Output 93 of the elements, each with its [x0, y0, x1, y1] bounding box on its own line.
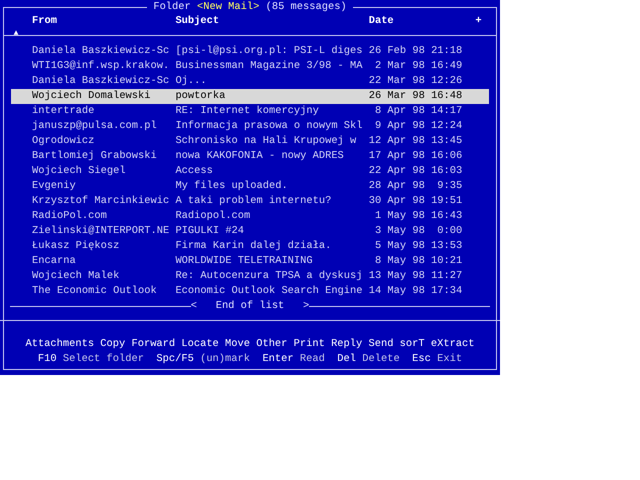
key-hint[interactable]: Del Delete	[337, 352, 400, 367]
key-hint[interactable]: Esc Exit	[412, 352, 462, 367]
sender-text: Encarna	[32, 254, 77, 269]
date-text: 12 Apr 98 13:45	[368, 134, 462, 149]
date-text: 14 May 98 17:34	[368, 284, 462, 299]
sender-text: Zielinski@INTERPORT.NE	[32, 224, 170, 239]
message-row[interactable]: Ogrodowicz Schronisko na Hali Krupowej w 12 Apr 98 13:45	[11, 134, 489, 149]
message-row[interactable]: januszp@pulsa.com.pl Informacja prasowa o nowym Skl 9 Apr 98 12:24	[11, 119, 489, 134]
message-row[interactable]: Krzysztof Marcinkiewic A taki problem internetu? 30 Apr 98 19:51	[11, 194, 489, 209]
date-text: 26 Feb 98 21:18	[368, 44, 462, 59]
column-header[interactable]: From	[32, 14, 170, 29]
command-button[interactable]: Other	[256, 337, 288, 352]
message-row[interactable]: Wojciech Siegel Access 22 Apr 98 16:03	[11, 164, 489, 179]
sender-text: RadioPol.com	[32, 209, 108, 224]
message-row[interactable]: Daniela Baszkiewicz-Sc Oj... 22 Mar 98 12:26	[11, 74, 489, 89]
column-header[interactable]: Subject	[175, 14, 362, 29]
message-row[interactable]: Evgeniy My files uploaded. 28 Apr 98 9:35	[11, 179, 489, 194]
command-button[interactable]: Send	[368, 337, 394, 352]
sender-text: Bartlomiej Grabowski	[32, 149, 158, 164]
sender-text: intertrade	[32, 104, 96, 119]
sender-text: Evgeniy	[32, 179, 77, 194]
message-row[interactable]: The Economic Outlook Economic Outlook Search Engine 14 May 98 17:34	[11, 284, 489, 299]
subject-text: Firma Karin dalej działa.	[175, 239, 332, 254]
scroll-up-icon[interactable]: ▲	[14, 28, 18, 40]
message-row[interactable]: Wojciech Malek Re: Autocenzura TPSA a dyskusj 13 May 98 11:27	[11, 269, 489, 284]
date-text: 2 Mar 98 16:49	[374, 59, 462, 74]
subject-text: Radiopol.com	[175, 209, 252, 224]
sender-text: Daniela Baszkiewicz-Sc	[32, 44, 170, 59]
date-text: 28 Apr 98 9:35	[368, 179, 462, 194]
sender-text: Wojciech Domalewski	[32, 89, 152, 104]
subject-text: PIGULKI #24	[175, 224, 246, 239]
message-row[interactable]: WTI1G3@inf.wsp.krakow. Businessman Magazine 3/98 - MA 2 Mar 98 16:49	[11, 59, 489, 74]
subject-text: WORLDWIDE TELETRAINING	[175, 254, 314, 269]
date-text: 1 May 98 16:43	[374, 209, 462, 224]
sender-text: Wojciech Malek	[32, 269, 120, 284]
date-text: 22 Apr 98 16:03	[368, 164, 462, 179]
date-text: 5 May 98 13:53	[374, 239, 462, 254]
subject-text: A taki problem internetu?	[175, 194, 332, 209]
command-button[interactable]: Print	[294, 337, 325, 352]
command-button[interactable]: Copy	[100, 337, 126, 352]
subject-text: powtorka	[175, 89, 226, 104]
date-text: 22 Mar 98 12:26	[368, 74, 462, 89]
message-row[interactable]: Encarna WORLDWIDE TELETRAINING 8 May 98 10:21	[11, 254, 489, 269]
date-text: 8 Apr 98 14:17	[374, 104, 462, 119]
date-text: 30 Apr 98 19:51	[368, 194, 462, 209]
date-text: 13 May 98 11:27	[368, 269, 462, 284]
command-button[interactable]: Locate	[181, 337, 219, 352]
open-bracket: <	[190, 299, 197, 314]
message-row[interactable]: Łukasz Piękosz Firma Karin dalej działa. 5 May 98 13:53	[11, 239, 489, 254]
subject-text: Access	[175, 164, 214, 179]
end-of-list-text: End of list	[216, 299, 284, 314]
key-hint[interactable]: Spc/F5 (un)mark	[156, 352, 250, 367]
subject-text: Schronisko na Hali Krupowej w	[175, 134, 358, 149]
command-button[interactable]: sorT	[400, 337, 425, 352]
message-row[interactable]: Wojciech Domalewski powtorka 26 Mar 98 16:48	[11, 89, 489, 104]
key-hint[interactable]: F10 Select folder	[38, 352, 144, 367]
sender-text: januszp@pulsa.com.pl	[32, 119, 158, 134]
sender-text: Ogrodowicz	[32, 134, 96, 149]
subject-text: Informacja prasowa o nowym Skl	[175, 119, 362, 134]
date-text: 3 May 98 0:00	[374, 224, 462, 239]
message-row[interactable]: RadioPol.com Radiopol.com 1 May 98 16:43	[11, 209, 489, 224]
message-row[interactable]: intertrade RE: Internet komercyjny 8 Apr 98 14:17	[11, 104, 489, 119]
subject-text: Re: Autocenzura TPSA a dyskusj	[175, 269, 362, 284]
sender-text: Łukasz Piękosz	[32, 239, 120, 254]
sender-text: Krzysztof Marcinkiewic	[32, 194, 170, 209]
subject-text: nowa KAKOFONIA - nowy ADRES	[175, 149, 345, 164]
subject-text: My files uploaded.	[175, 179, 289, 194]
close-bracket: >	[303, 299, 310, 314]
sender-text: The Economic Outlook	[32, 284, 158, 299]
sender-text: WTI1G3@inf.wsp.krakow.	[32, 59, 170, 74]
column-header[interactable]: Date	[368, 14, 462, 29]
command-button[interactable]: eXtract	[430, 337, 475, 352]
date-text: 17 Apr 98 16:06	[368, 149, 462, 164]
date-text: 9 Apr 98 12:24	[374, 119, 462, 134]
message-row[interactable]: Daniela Baszkiewicz-Sc [psi-l@psi.org.pl: PSI-L diges 26 Feb 98 21:18	[11, 44, 489, 59]
message-row[interactable]: Bartlomiej Grabowski nowa KAKOFONIA - nowy ADRES 17 Apr 98 16:06	[11, 149, 489, 164]
date-text: 26 Mar 98 16:48	[368, 89, 462, 104]
command-button[interactable]: Move	[225, 337, 250, 352]
subject-text: Businessman Magazine 3/98 - MA	[175, 59, 362, 74]
window-title: Folder <New Mail> (85 messages)	[152, 0, 348, 15]
sender-text: Wojciech Siegel	[32, 164, 127, 179]
command-button[interactable]: Reply	[331, 337, 362, 352]
command-button[interactable]: Attachments	[25, 337, 94, 352]
subject-text: [psi-l@psi.org.pl: PSI-L diges	[175, 44, 362, 59]
subject-text: Oj...	[175, 74, 208, 89]
sender-text: Daniela Baszkiewicz-Sc	[32, 74, 170, 89]
date-text: 8 May 98 10:21	[374, 254, 462, 269]
subject-text: Economic Outlook Search Engine	[175, 284, 362, 299]
key-hint[interactable]: Enter Read	[262, 352, 325, 367]
message-row[interactable]: Zielinski@INTERPORT.NE PIGULKI #24 3 May 98 0:00	[11, 224, 489, 239]
header-mark: +	[474, 14, 483, 29]
command-button[interactable]: Forward	[131, 337, 176, 352]
subject-text: RE: Internet komercyjny	[175, 104, 320, 119]
